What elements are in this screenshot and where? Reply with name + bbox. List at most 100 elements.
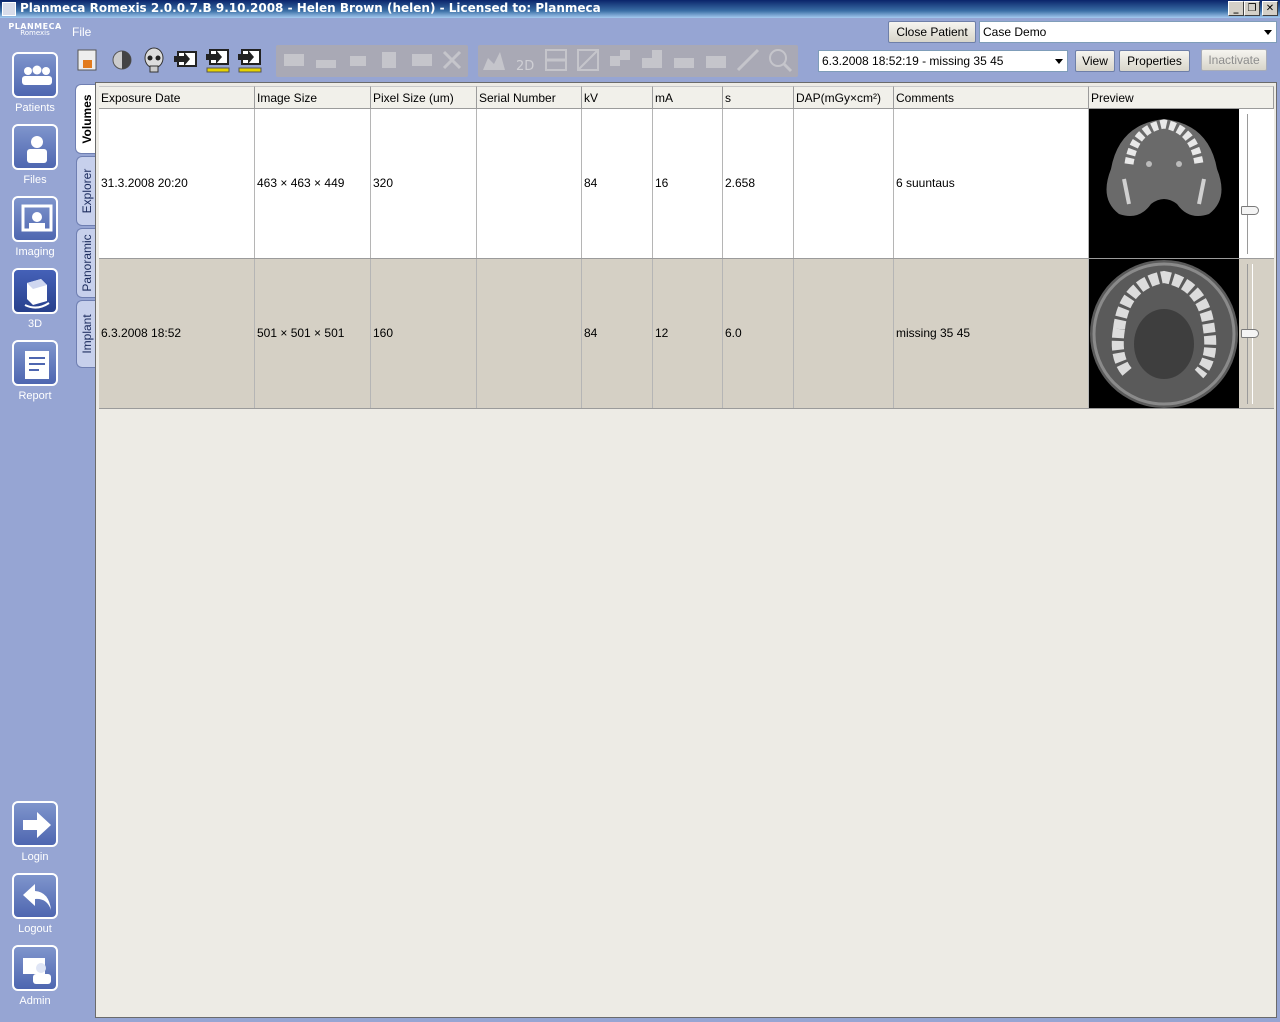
tab-implant[interactable]: Implant	[76, 300, 96, 368]
layout-1-icon	[606, 46, 634, 74]
2d-icon: 2D	[512, 46, 540, 74]
logout-icon	[12, 873, 58, 919]
column-header-s[interactable]: s	[723, 86, 794, 109]
table-row[interactable]: 31.3.2008 20:20 463 × 463 × 449 320 84 1…	[99, 109, 1274, 259]
histogram-icon	[480, 46, 508, 74]
row-slider-handle[interactable]	[1241, 329, 1259, 338]
patient-card-icon[interactable]	[74, 46, 102, 74]
minimize-button[interactable]: _	[1228, 1, 1244, 16]
tab-explorer[interactable]: Explorer	[76, 156, 96, 226]
nav-3d[interactable]: 3D	[4, 268, 66, 336]
export-icon	[408, 46, 436, 74]
column-header-serial-number[interactable]: Serial Number	[477, 86, 582, 109]
network-icon	[344, 46, 372, 74]
patients-icon	[12, 52, 58, 98]
cell-comments: missing 35 45	[894, 259, 1089, 408]
nav-imaging[interactable]: Imaging	[4, 196, 66, 264]
cell-dap	[794, 259, 894, 408]
nav-label: Patients	[15, 102, 55, 114]
patient-select[interactable]: Case Demo	[979, 21, 1277, 43]
restore-button[interactable]: ❐	[1244, 1, 1260, 16]
cell-s: 2.658	[723, 109, 794, 258]
column-header-comments[interactable]: Comments	[894, 86, 1089, 109]
nav-patients[interactable]: Patients	[4, 52, 66, 120]
cell-exposure-date: 31.3.2008 20:20	[99, 109, 255, 258]
chevron-down-icon	[1264, 30, 1272, 35]
svg-text:2D: 2D	[516, 59, 534, 74]
export-multi-icon[interactable]	[236, 46, 264, 74]
nav-label: Imaging	[15, 246, 55, 258]
tab-volumes[interactable]: Volumes	[75, 84, 97, 154]
nav-login[interactable]: Login	[4, 801, 66, 869]
column-header-kv[interactable]: kV	[582, 86, 653, 109]
column-header-image-size[interactable]: Image Size	[255, 86, 371, 109]
cell-dap	[794, 109, 894, 258]
scanner-icon	[312, 46, 340, 74]
report-icon	[12, 340, 58, 386]
close-window-button[interactable]: ✕	[1262, 1, 1278, 16]
menu-file[interactable]: File	[72, 25, 91, 39]
nav-label: Report	[18, 390, 52, 402]
column-header-ma[interactable]: mA	[653, 86, 723, 109]
tab-label: Volumes	[79, 94, 94, 144]
cell-kv: 84	[582, 259, 653, 408]
cell-ma: 12	[653, 259, 723, 408]
volume-render-icon[interactable]	[108, 46, 136, 74]
toolbar: 2D	[72, 44, 802, 78]
layout-4-icon	[702, 46, 730, 74]
column-header-preview[interactable]: Preview	[1089, 86, 1274, 109]
nav-label: Files	[23, 174, 47, 186]
cell-serial-number	[477, 109, 582, 258]
tab-label: Panoramic	[79, 234, 94, 292]
send-icon	[280, 46, 308, 74]
cell-comments: 6 suuntaus	[894, 109, 1089, 258]
cell-image-size: 463 × 463 × 449	[255, 109, 371, 258]
copy-icon	[376, 46, 404, 74]
column-header-pixel-size[interactable]: Pixel Size (um)	[371, 86, 477, 109]
inactivate-button[interactable]: Inactivate	[1201, 49, 1267, 71]
nav-label: Admin	[19, 995, 51, 1007]
view-button[interactable]: View	[1075, 50, 1115, 72]
nav-logout[interactable]: Logout	[4, 873, 66, 941]
cell-pixel-size: 160	[371, 259, 477, 408]
preview-image[interactable]	[1089, 109, 1239, 258]
nav-label: Logout	[18, 923, 52, 935]
nav-files[interactable]: Files	[4, 124, 66, 192]
cell-image-size: 501 × 501 × 501	[255, 259, 371, 408]
tab-label: Implant	[79, 314, 94, 354]
cell-pixel-size: 320	[371, 109, 477, 258]
layout-2-icon	[638, 46, 666, 74]
cell-ma: 16	[653, 109, 723, 258]
preview-image[interactable]	[1089, 259, 1239, 408]
zoom-icon	[766, 46, 794, 74]
properties-button[interactable]: Properties	[1119, 50, 1190, 72]
import-multi-icon[interactable]	[204, 46, 232, 74]
measure-icon	[734, 46, 762, 74]
row-slider-handle[interactable]	[1241, 206, 1259, 215]
volume-select[interactable]: 6.3.2008 18:52:19 - missing 35 45	[818, 50, 1068, 72]
delete-icon	[438, 46, 466, 74]
oblique-slice-icon	[574, 46, 602, 74]
tab-panoramic[interactable]: Panoramic	[76, 228, 96, 298]
slice-icon	[542, 46, 570, 74]
volume-select-value: 6.3.2008 18:52:19 - missing 35 45	[822, 54, 1004, 68]
cell-exposure-date: 6.3.2008 18:52	[99, 259, 255, 408]
nav-label: 3D	[27, 318, 43, 330]
nav-report[interactable]: Report	[4, 340, 66, 408]
window-title: Planmeca Romexis 2.0.0.7.B 9.10.2008 - H…	[20, 1, 601, 15]
tab-label: Explorer	[79, 168, 94, 214]
close-patient-button[interactable]: Close Patient	[888, 21, 976, 43]
column-header-exposure-date[interactable]: Exposure Date	[99, 86, 255, 109]
window-title-bar[interactable]: Planmeca Romexis 2.0.0.7.B 9.10.2008 - H…	[0, 0, 1280, 18]
files-icon	[12, 124, 58, 170]
planmeca-logo: PLANMECA Romexis	[2, 22, 68, 37]
nav-admin[interactable]: Admin	[4, 945, 66, 1013]
row-slider-track	[1247, 114, 1253, 254]
cell-kv: 84	[582, 109, 653, 258]
import-icon[interactable]	[172, 46, 200, 74]
column-header-dap[interactable]: DAP(mGy×cm²)	[794, 86, 894, 109]
skull-icon[interactable]	[140, 46, 168, 74]
table-row[interactable]: 6.3.2008 18:52 501 × 501 × 501 160 84 12…	[99, 259, 1274, 409]
layout-3-icon	[670, 46, 698, 74]
imaging-icon	[12, 196, 58, 242]
